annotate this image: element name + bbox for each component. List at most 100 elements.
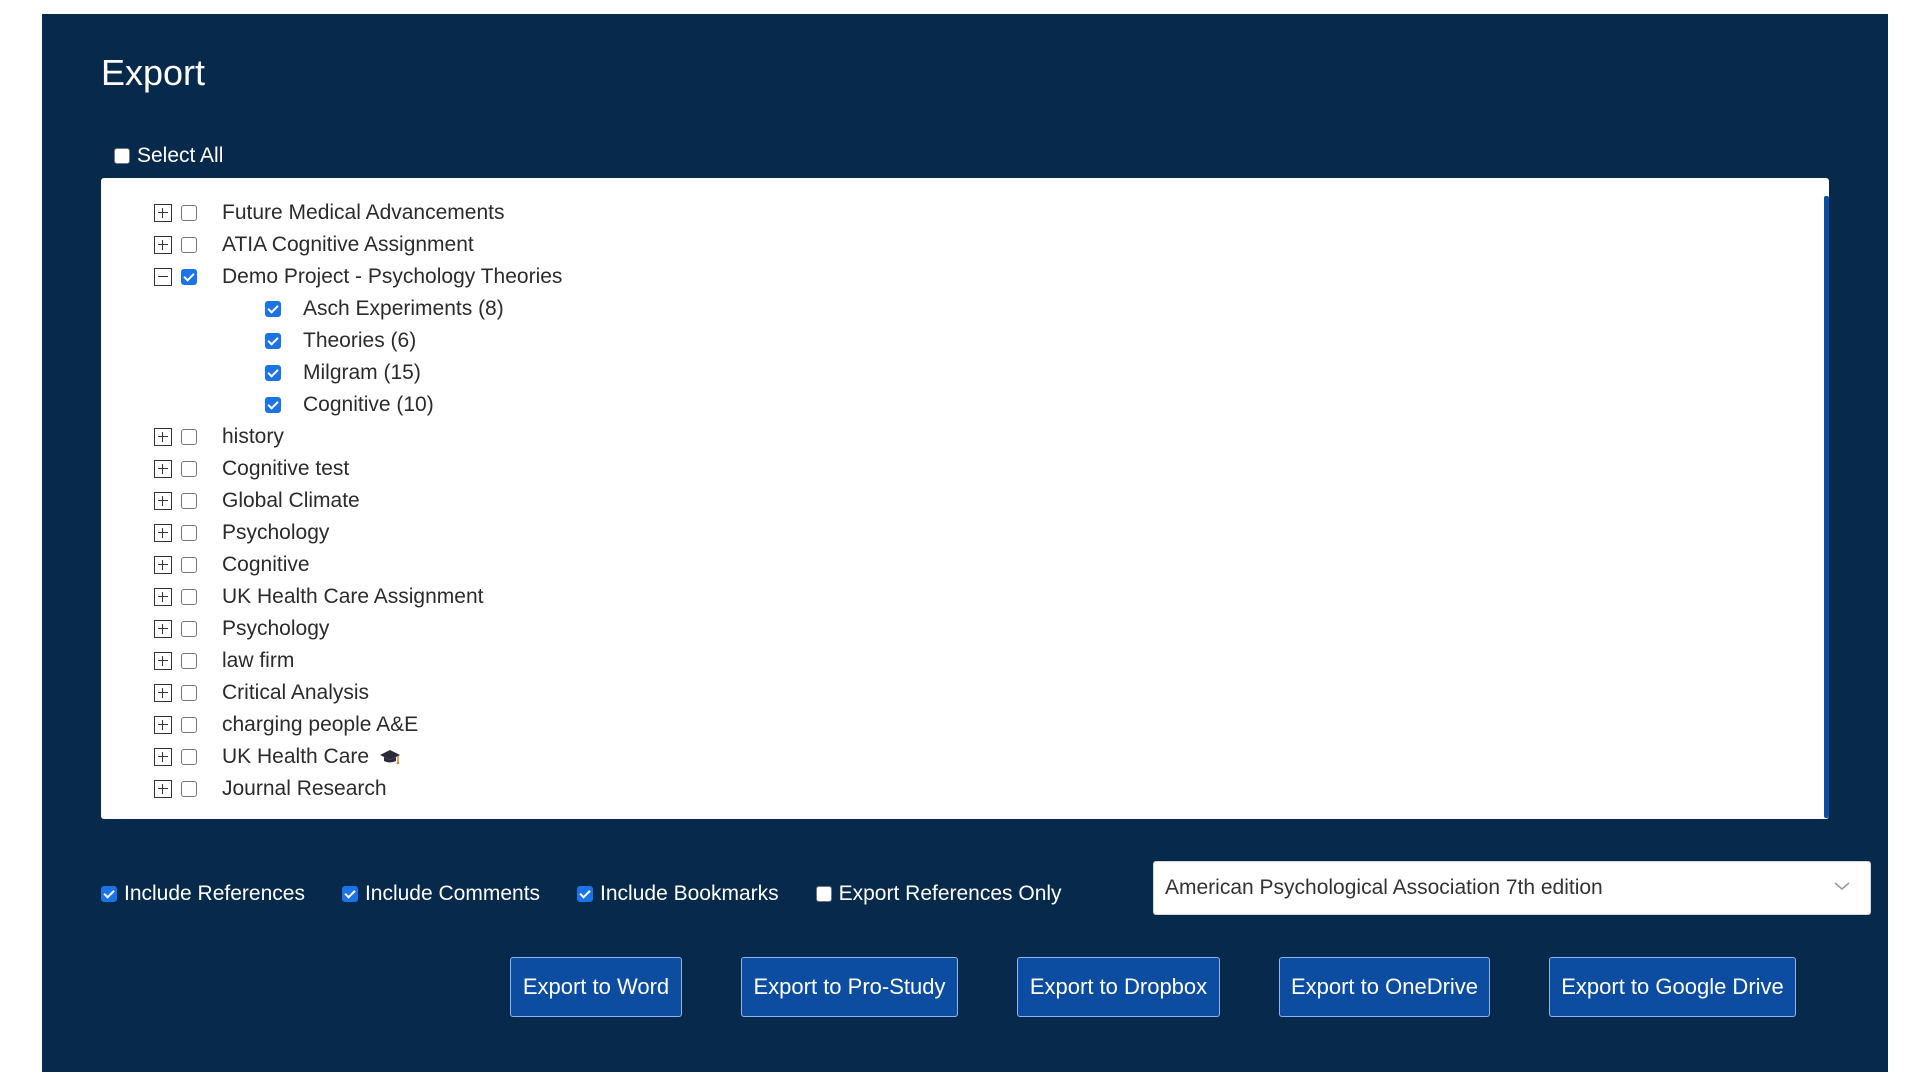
include-references-option[interactable]: Include References	[101, 882, 305, 906]
tree-item-checkbox[interactable]	[181, 557, 197, 573]
tree-item[interactable]: Psychology	[154, 613, 329, 645]
expand-icon[interactable]	[154, 748, 172, 766]
expand-icon[interactable]	[154, 204, 172, 222]
tree-item-checkbox[interactable]	[181, 685, 197, 701]
export-to-dropbox-button[interactable]: Export to Dropbox	[1017, 957, 1220, 1017]
tree-item-label: Demo Project - Psychology Theories	[222, 265, 563, 288]
project-tree: Future Medical Advancements ATIA Cognitiv…	[101, 178, 1829, 819]
tree-item-checkbox[interactable]	[181, 589, 197, 605]
expand-icon[interactable]	[154, 620, 172, 638]
tree-item-label: Psychology	[222, 521, 330, 544]
citation-style-select[interactable]: American Psychological Association 7th e…	[1153, 861, 1871, 915]
expand-icon[interactable]	[154, 780, 172, 798]
page-title: Export	[101, 52, 206, 93]
include-bookmarks-checkbox[interactable]	[577, 886, 594, 902]
tree-item-checkbox[interactable]	[181, 781, 197, 797]
select-all-box[interactable]	[114, 148, 130, 164]
tree-child-checkbox[interactable]	[265, 301, 281, 317]
tree-item-checkbox[interactable]	[181, 493, 197, 509]
export-to-onedrive-button[interactable]: Export to OneDrive	[1279, 957, 1490, 1017]
tree-item-label: UK Health Care	[222, 745, 370, 768]
tree-child-checkbox[interactable]	[265, 333, 281, 349]
expand-icon[interactable]	[154, 684, 172, 702]
expand-icon[interactable]	[154, 716, 172, 734]
tree-item-checkbox[interactable]	[181, 429, 197, 445]
tree-item-label: law firm	[222, 649, 295, 672]
include-comments-option[interactable]: Include Comments	[341, 882, 541, 906]
tree-child-label: Cognitive (10)	[303, 393, 434, 416]
expand-icon[interactable]	[154, 236, 172, 254]
tree-item[interactable]: charging people A&E	[154, 709, 418, 741]
tree-item[interactable]: Cognitive	[154, 549, 310, 581]
include-references-checkbox[interactable]	[101, 886, 117, 902]
tree-item-label: Future Medical Advancements	[222, 201, 505, 224]
tree-child-checkbox[interactable]	[265, 365, 281, 381]
tree-item[interactable]: ATIA Cognitive Assignment	[154, 229, 474, 261]
tree-item-label: Critical Analysis	[222, 681, 370, 704]
include-bookmarks-option[interactable]: Include Bookmarks	[577, 882, 779, 906]
export-panel: Export Select All Future Medical Advance…	[42, 14, 1888, 1072]
expand-icon[interactable]	[154, 428, 172, 446]
tree-child-item[interactable]: Milgram (15)	[265, 357, 421, 389]
tree-item[interactable]: UK Health Care Assignment	[154, 581, 483, 613]
export-references-only-option[interactable]: Export References Only	[815, 882, 1062, 906]
tree-child-item[interactable]: Asch Experiments (8)	[265, 293, 504, 325]
tree-item-checkbox[interactable]	[181, 717, 197, 733]
tree-item[interactable]: Global Climate	[154, 485, 360, 517]
tree-item-label: Journal Research	[222, 777, 387, 800]
tree-item-label: UK Health Care Assignment	[222, 585, 484, 608]
select-all-checkbox[interactable]: Select All	[114, 144, 223, 168]
export-to-google-drive-button[interactable]: Export to Google Drive	[1549, 957, 1796, 1017]
export-options: Include References Include Comments Incl…	[101, 879, 1099, 909]
tree-item[interactable]: Cognitive test	[154, 453, 349, 485]
collapse-icon[interactable]	[154, 268, 172, 286]
graduation-cap-icon	[380, 750, 401, 765]
tree-item[interactable]: Psychology	[154, 517, 329, 549]
tree-item-label: history	[222, 425, 284, 448]
tree-child-checkbox[interactable]	[265, 397, 281, 413]
include-comments-label: Include Comments	[364, 882, 541, 905]
expand-icon[interactable]	[154, 588, 172, 606]
tree-item[interactable]: history	[154, 421, 284, 453]
tree-item-checkbox[interactable]	[181, 749, 197, 765]
tree-item-label: Cognitive test	[222, 457, 350, 480]
tree-scrollbar[interactable]	[1824, 196, 1829, 818]
expand-icon[interactable]	[154, 652, 172, 670]
tree-item-label: Psychology	[222, 617, 330, 640]
tree-item-label: Global Climate	[222, 489, 360, 512]
tree-item-label: ATIA Cognitive Assignment	[222, 233, 474, 256]
tree-item-checkbox[interactable]	[181, 461, 197, 477]
tree-child-label: Asch Experiments (8)	[303, 297, 504, 320]
tree-child-item[interactable]: Cognitive (10)	[265, 389, 434, 421]
tree-item[interactable]: Journal Research	[154, 773, 387, 805]
tree-item-checkbox[interactable]	[181, 205, 197, 221]
export-references-only-label: Export References Only	[838, 882, 1062, 905]
tree-child-label: Theories (6)	[303, 329, 417, 352]
tree-item-checkbox[interactable]	[181, 621, 197, 637]
export-to-word-button[interactable]: Export to Word	[510, 957, 682, 1017]
tree-item-checkbox[interactable]	[181, 269, 197, 285]
include-comments-checkbox[interactable]	[341, 886, 358, 902]
tree-child-label: Milgram (15)	[303, 361, 421, 384]
expand-icon[interactable]	[154, 492, 172, 510]
tree-item[interactable]: law firm	[154, 645, 294, 677]
tree-item-label: Cognitive	[222, 553, 310, 576]
tree-item-checkbox[interactable]	[181, 525, 197, 541]
tree-item[interactable]: UK Health Care	[154, 741, 401, 773]
tree-item-label: charging people A&E	[222, 713, 419, 736]
tree-item[interactable]: Demo Project - Psychology Theories	[154, 261, 562, 293]
include-references-label: Include References	[124, 882, 305, 905]
export-references-only-checkbox[interactable]	[815, 886, 832, 902]
tree-item-checkbox[interactable]	[181, 653, 197, 669]
chevron-down-icon	[1834, 882, 1850, 891]
tree-item[interactable]: Critical Analysis	[154, 677, 369, 709]
include-bookmarks-label: Include Bookmarks	[600, 882, 779, 905]
tree-item-checkbox[interactable]	[181, 237, 197, 253]
expand-icon[interactable]	[154, 524, 172, 542]
expand-icon[interactable]	[154, 460, 172, 478]
expand-icon[interactable]	[154, 556, 172, 574]
tree-item[interactable]: Future Medical Advancements	[154, 197, 504, 229]
export-to-pro-study-button[interactable]: Export to Pro-Study	[741, 957, 958, 1017]
citation-style-value: American Psychological Association 7th e…	[1165, 876, 1603, 899]
tree-child-item[interactable]: Theories (6)	[265, 325, 416, 357]
